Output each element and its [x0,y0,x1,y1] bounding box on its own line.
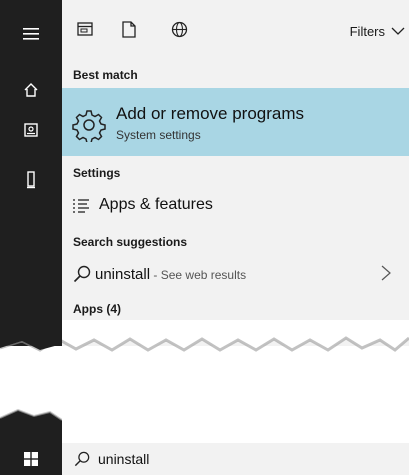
start-rail [0,0,62,346]
settings-item-apps-features[interactable]: Apps & features [62,191,409,221]
suggestion-term: uninstall [95,266,151,283]
home-icon[interactable] [17,76,45,104]
suggestion-text: uninstall - See web results [95,266,246,283]
document-filter-icon[interactable] [118,18,140,40]
settings-item-label: Apps & features [99,196,213,213]
search-results-panel: Filters Best match Add or remove program… [62,0,409,346]
rail-fragment [0,408,62,443]
filters-label: Filters [349,24,385,39]
list-icon [73,199,89,213]
apps-filter-icon[interactable] [74,18,96,40]
taskbar-search-input[interactable]: uninstall [98,451,149,467]
search-icon [73,265,91,283]
hamburger-menu-icon[interactable] [17,20,45,48]
best-match-result[interactable]: Add or remove programs System settings [62,88,409,156]
search-icon [74,451,90,467]
notebook-icon[interactable] [17,116,45,144]
chevron-right-icon[interactable] [379,264,393,282]
windows-logo-icon [24,452,38,466]
filters-button[interactable]: Filters [350,24,405,39]
filter-toolbar: Filters [62,0,409,56]
web-search-suggestion[interactable]: uninstall - See web results [62,259,409,289]
settings-header: Settings [73,166,121,180]
apps-header: Apps (4) [73,302,121,316]
start-button[interactable] [0,443,62,475]
search-suggestions-header: Search suggestions [73,235,188,249]
suggestion-hint: - See web results [150,268,247,282]
best-match-title: Add or remove programs [116,104,305,123]
torn-edge-divider [0,320,409,352]
chevron-down-icon [391,27,405,35]
gear-icon [72,110,106,142]
best-match-subtitle: System settings [116,128,201,142]
device-icon[interactable] [17,166,45,194]
web-filter-icon[interactable] [168,18,190,40]
best-match-header: Best match [73,68,138,82]
taskbar: uninstall [0,443,409,475]
